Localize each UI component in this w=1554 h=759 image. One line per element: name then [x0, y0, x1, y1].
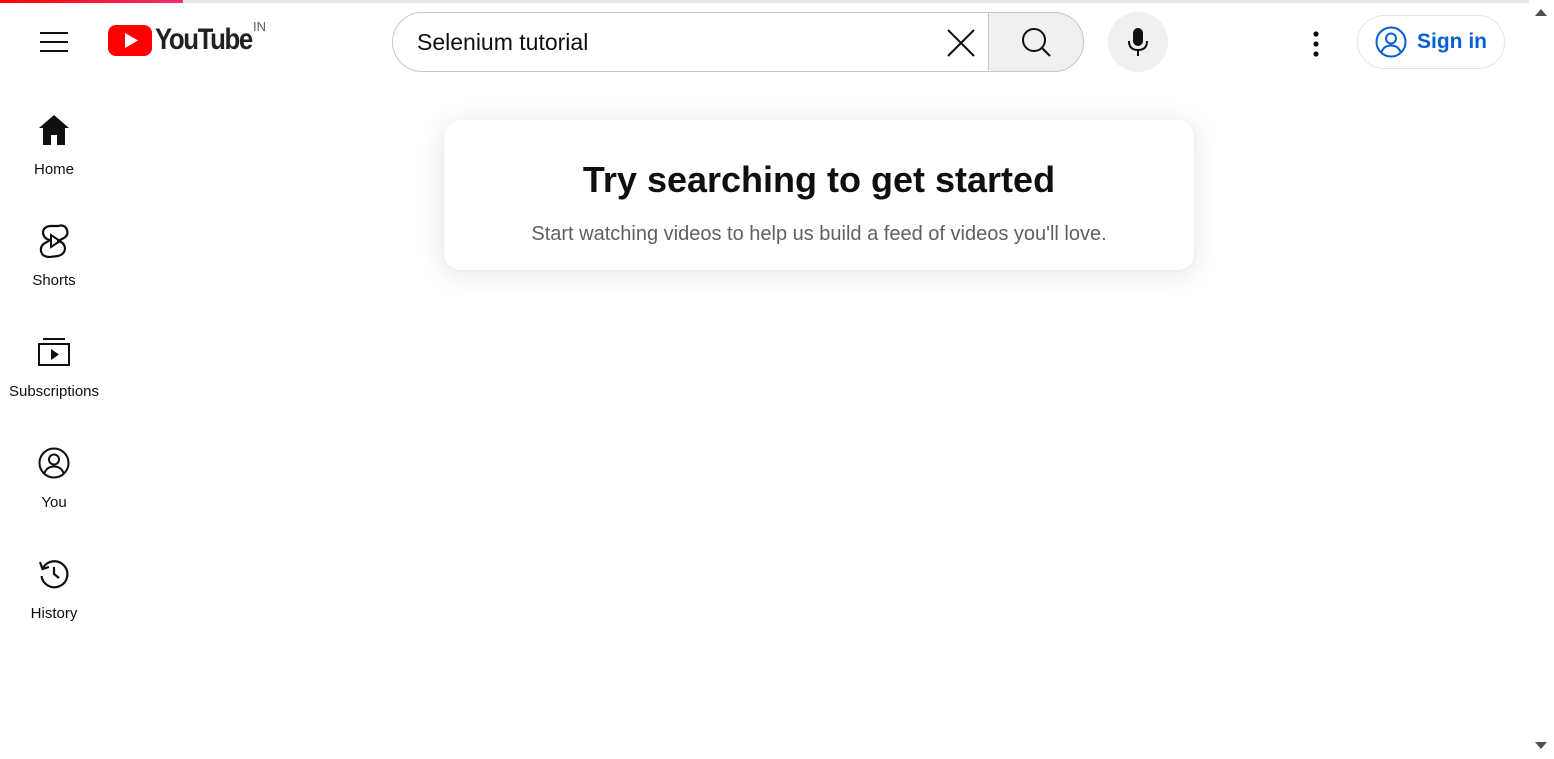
youtube-logo[interactable]: YouTube [108, 21, 268, 59]
search-input[interactable] [417, 28, 917, 56]
scrollbar-up-arrow[interactable] [1535, 9, 1547, 16]
microphone-icon [1128, 28, 1148, 56]
history-icon [36, 556, 72, 592]
sidebar-item-label: You [41, 494, 67, 511]
search-box [392, 12, 989, 72]
close-icon [947, 29, 975, 57]
sidebar-item-label: Home [33, 161, 74, 178]
feed-nudge-card: Try searching to get started Start watch… [444, 120, 1194, 270]
account-circle-icon [1375, 26, 1407, 58]
sidebar-item-home[interactable]: Home [0, 100, 108, 211]
voice-search-button[interactable] [1108, 12, 1168, 72]
country-code: IN [253, 19, 266, 34]
feed-nudge-title: Try searching to get started [582, 159, 1056, 200]
sign-in-label: Sign in [1417, 30, 1487, 53]
search-icon [1022, 28, 1051, 57]
sidebar-item-subscriptions[interactable]: Subscriptions [0, 322, 108, 433]
mini-guide-sidebar: Home Shorts Subscriptions You History [0, 100, 108, 655]
feed-nudge-subtitle: Start watching videos to help us build a… [531, 223, 1107, 245]
youtube-play-logo-icon [108, 24, 152, 56]
sidebar-item-label: History [30, 605, 78, 622]
guide-menu-button[interactable] [32, 22, 76, 62]
sidebar-item-label: Subscriptions [8, 383, 100, 400]
shorts-icon [36, 223, 72, 259]
sidebar-item-shorts[interactable]: Shorts [0, 211, 108, 322]
sidebar-item-history[interactable]: History [0, 544, 108, 655]
hamburger-icon [40, 32, 68, 52]
youtube-logo-wordmark: YouTube [155, 23, 253, 56]
clear-search-button[interactable] [939, 21, 983, 65]
search-button[interactable] [988, 12, 1084, 72]
sign-in-button[interactable]: Sign in [1357, 15, 1505, 69]
masthead: YouTube IN Selenium tutorial Sign in [0, 3, 1529, 81]
sidebar-item-label: Shorts [32, 272, 76, 289]
home-icon [36, 112, 72, 148]
you-icon [36, 445, 72, 481]
scrollbar-down-arrow[interactable] [1535, 742, 1547, 749]
more-vertical-icon [1313, 31, 1319, 57]
sidebar-item-you[interactable]: You [0, 433, 108, 544]
settings-more-button[interactable] [1294, 22, 1338, 66]
subscriptions-icon [36, 334, 72, 370]
